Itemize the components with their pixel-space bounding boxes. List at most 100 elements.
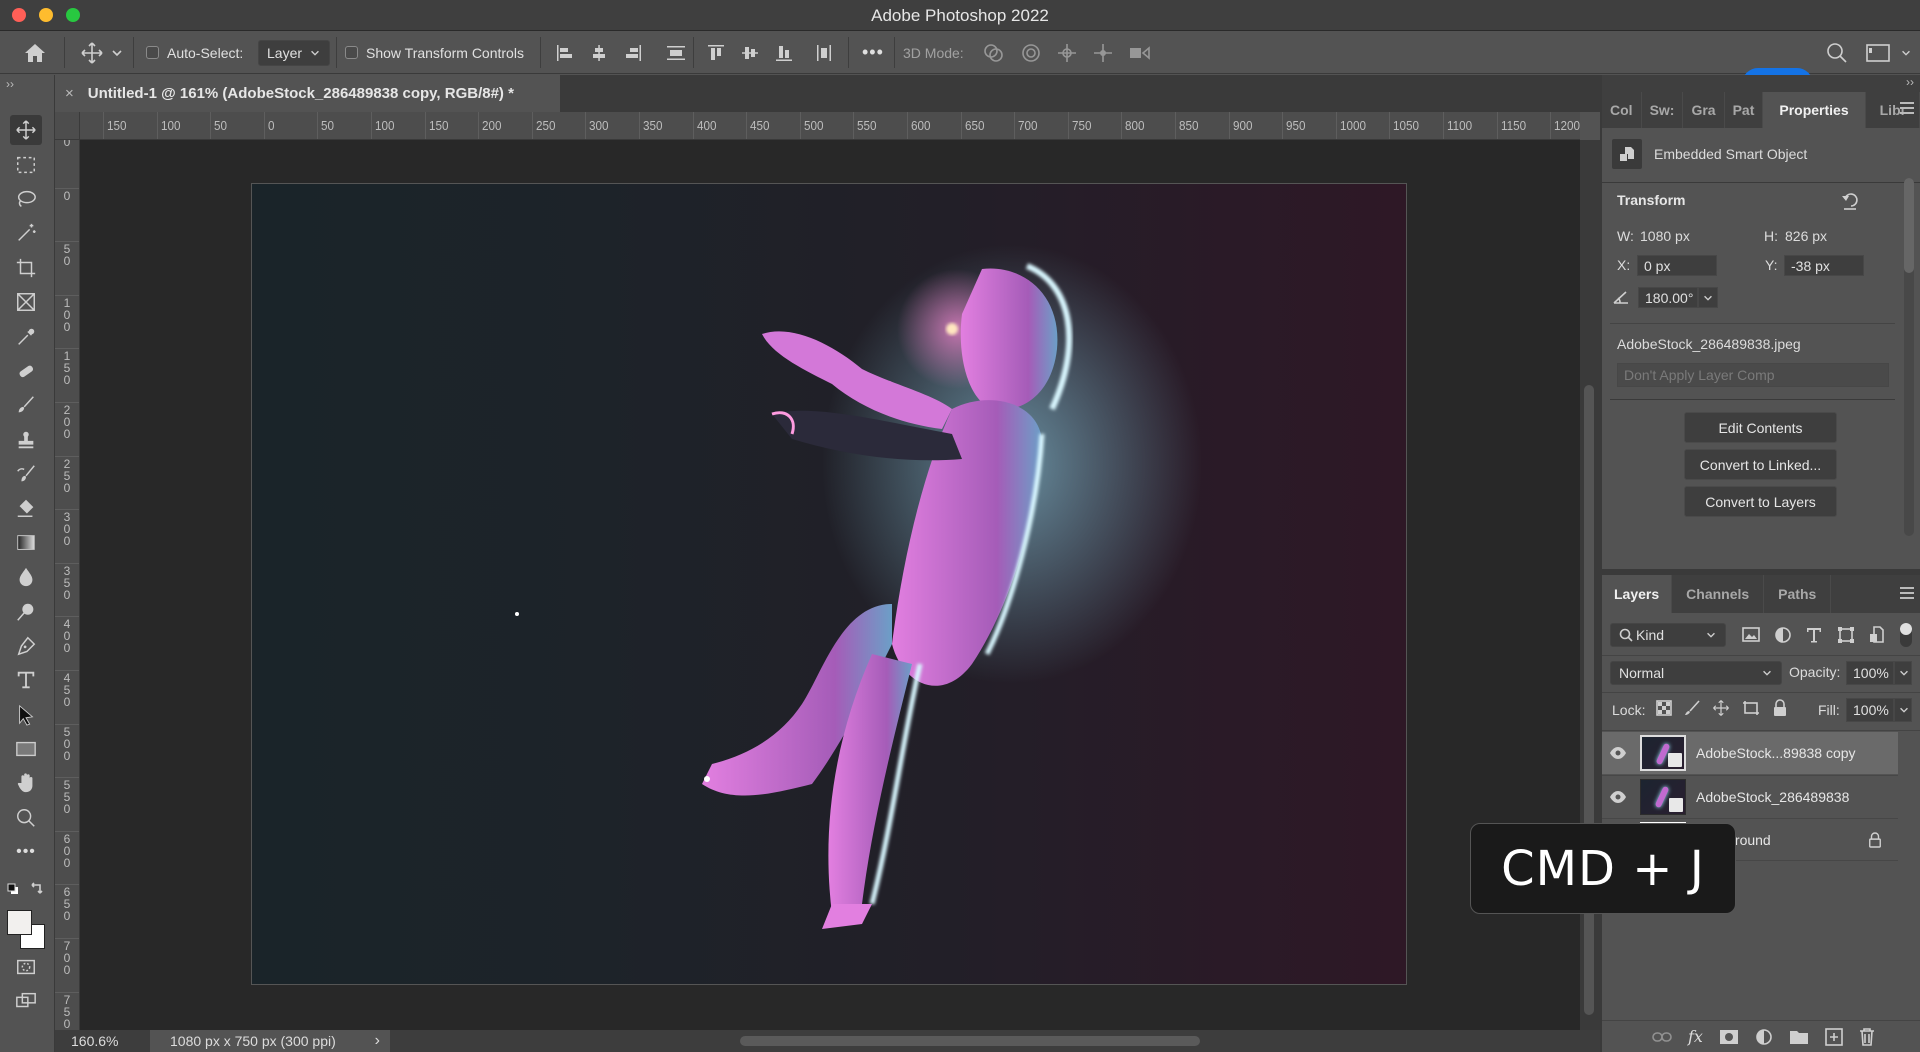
reset-transform-icon[interactable] (1840, 191, 1860, 211)
document-canvas-image[interactable] (251, 183, 1407, 985)
add-layer-mask-icon[interactable] (1719, 1029, 1739, 1045)
fill-input[interactable]: 100% (1846, 698, 1894, 722)
filter-adjustment-layers-icon[interactable] (1774, 626, 1792, 644)
eyedropper-tool[interactable] (10, 322, 42, 352)
pen-tool[interactable] (10, 631, 42, 661)
panel-collapse-button[interactable]: ›› (1906, 75, 1914, 89)
history-brush-tool[interactable] (10, 459, 42, 489)
vertical-ruler[interactable]: 0 0 50 100 150 200 250 300 350 400 450 500 550 600 650… (55, 140, 80, 1030)
auto-select-checkbox[interactable] (146, 46, 159, 59)
new-adjustment-layer-icon[interactable] (1755, 1028, 1773, 1046)
layer-filter-kind-dropdown[interactable]: Kind (1610, 623, 1726, 647)
delete-layer-icon[interactable] (1859, 1027, 1875, 1046)
align-vertical-centers-icon[interactable] (740, 43, 760, 63)
x-position-input[interactable]: 0 px (1637, 255, 1717, 276)
layer-effects-icon[interactable]: fx (1688, 1027, 1703, 1046)
show-transform-controls-checkbox[interactable] (345, 46, 358, 59)
lock-position-icon[interactable] (1712, 699, 1730, 717)
tab-swatches[interactable]: Sw: (1642, 92, 1684, 128)
document-info[interactable]: 1080 px x 750 px (300 ppi) › (150, 1030, 390, 1052)
lock-all-icon[interactable] (1772, 699, 1788, 717)
tab-paths[interactable]: Paths (1764, 575, 1832, 613)
distribute-vertical-icon[interactable] (665, 43, 687, 63)
new-group-icon[interactable] (1789, 1029, 1809, 1045)
filter-toggle[interactable] (1900, 623, 1912, 647)
workspace-icon[interactable] (1866, 43, 1890, 63)
layer-row[interactable]: AdobeStock_286489838 (1602, 775, 1898, 817)
properties-scroll-thumb[interactable] (1904, 178, 1914, 273)
close-tab-icon[interactable]: × (65, 85, 74, 102)
lock-image-pixels-icon[interactable] (1684, 700, 1700, 716)
slide-3d-icon[interactable] (1092, 42, 1114, 64)
lock-transparent-pixels-icon[interactable] (1656, 700, 1672, 716)
horizontal-scroll-thumb[interactable] (740, 1036, 1200, 1046)
lasso-tool[interactable] (10, 184, 42, 214)
blur-tool[interactable] (10, 562, 42, 592)
orbit-3d-icon[interactable] (982, 42, 1006, 64)
document-tab[interactable]: × Untitled-1 @ 161% (AdobeStock_28648983… (55, 75, 560, 112)
tab-patterns[interactable]: Pat (1725, 92, 1764, 128)
search-icon[interactable] (1826, 42, 1848, 64)
eraser-tool[interactable] (10, 493, 42, 523)
filter-type-layers-icon[interactable] (1805, 626, 1823, 644)
toolbox-collapse-button[interactable]: ›› (6, 77, 14, 91)
screen-mode-button[interactable] (10, 986, 42, 1016)
edit-toolbar-button[interactable]: ••• (10, 837, 42, 867)
tab-layers[interactable]: Layers (1602, 575, 1673, 613)
status-menu-arrow-icon[interactable]: › (375, 1032, 380, 1050)
hand-tool[interactable] (10, 768, 42, 798)
path-selection-tool[interactable] (10, 700, 42, 730)
y-position-input[interactable]: -38 px (1784, 255, 1864, 276)
rotation-angle-input[interactable]: 180.00° (1638, 287, 1698, 308)
clone-stamp-tool[interactable] (10, 425, 42, 455)
align-horizontal-centers-icon[interactable] (589, 43, 609, 63)
quick-mask-button[interactable] (10, 952, 42, 982)
chevron-down-icon[interactable] (1900, 47, 1912, 59)
horizontal-ruler[interactable]: 150 100 50 0 50 100 150 200 250 300 350 400 450 500 55… (80, 112, 1580, 140)
lock-artboard-icon[interactable] (1742, 700, 1760, 716)
layer-visibility-toggle[interactable] (1602, 747, 1634, 759)
align-left-edges-icon[interactable] (555, 43, 575, 63)
home-button[interactable] (24, 31, 46, 74)
foreground-color-swatch[interactable] (7, 910, 32, 935)
opacity-dropdown[interactable] (1894, 661, 1912, 685)
filter-smart-objects-icon[interactable] (1868, 626, 1886, 644)
rectangle-tool[interactable] (10, 734, 42, 764)
blend-mode-dropdown[interactable]: Normal (1610, 661, 1782, 685)
more-options-button[interactable]: ••• (862, 31, 884, 74)
vertical-scroll-thumb[interactable] (1584, 385, 1594, 1015)
crop-tool[interactable] (10, 253, 42, 283)
rotation-angle-dropdown[interactable] (1698, 287, 1718, 308)
distribute-horizontal-icon[interactable] (814, 43, 834, 63)
align-right-edges-icon[interactable] (623, 43, 643, 63)
tab-gradients[interactable]: Gra (1683, 92, 1725, 128)
properties-scrollbar[interactable] (1904, 178, 1914, 536)
opacity-input[interactable]: 100% (1846, 661, 1894, 685)
edit-contents-button[interactable]: Edit Contents (1684, 412, 1837, 443)
healing-brush-tool[interactable] (10, 356, 42, 386)
tab-properties[interactable]: Properties (1763, 92, 1866, 128)
layer-row-selected[interactable]: AdobeStock...89838 copy (1602, 732, 1898, 774)
scale-3d-icon[interactable] (1128, 42, 1152, 64)
roll-3d-icon[interactable] (1020, 42, 1042, 64)
layers-panel-menu-icon[interactable] (1900, 587, 1914, 599)
panel-menu-icon[interactable] (1900, 102, 1914, 114)
gradient-tool[interactable] (10, 528, 42, 558)
new-layer-icon[interactable] (1825, 1027, 1843, 1046)
dodge-tool[interactable] (10, 597, 42, 627)
link-layers-icon[interactable] (1652, 1030, 1672, 1044)
auto-select-target-dropdown[interactable]: Layer (258, 39, 330, 66)
magic-wand-tool[interactable] (10, 218, 42, 248)
align-top-edges-icon[interactable] (706, 43, 726, 63)
frame-tool[interactable] (10, 287, 42, 317)
layer-visibility-toggle[interactable] (1602, 790, 1634, 803)
type-tool[interactable] (10, 665, 42, 695)
swap-colors-icon[interactable] (30, 881, 44, 895)
ruler-origin[interactable] (55, 112, 80, 140)
align-bottom-edges-icon[interactable] (774, 43, 794, 63)
tab-channels[interactable]: Channels (1672, 575, 1765, 613)
convert-to-linked-button[interactable]: Convert to Linked... (1684, 449, 1837, 480)
filter-pixel-layers-icon[interactable] (1742, 626, 1760, 644)
default-colors-icon[interactable] (7, 883, 19, 895)
brush-tool[interactable] (10, 390, 42, 420)
